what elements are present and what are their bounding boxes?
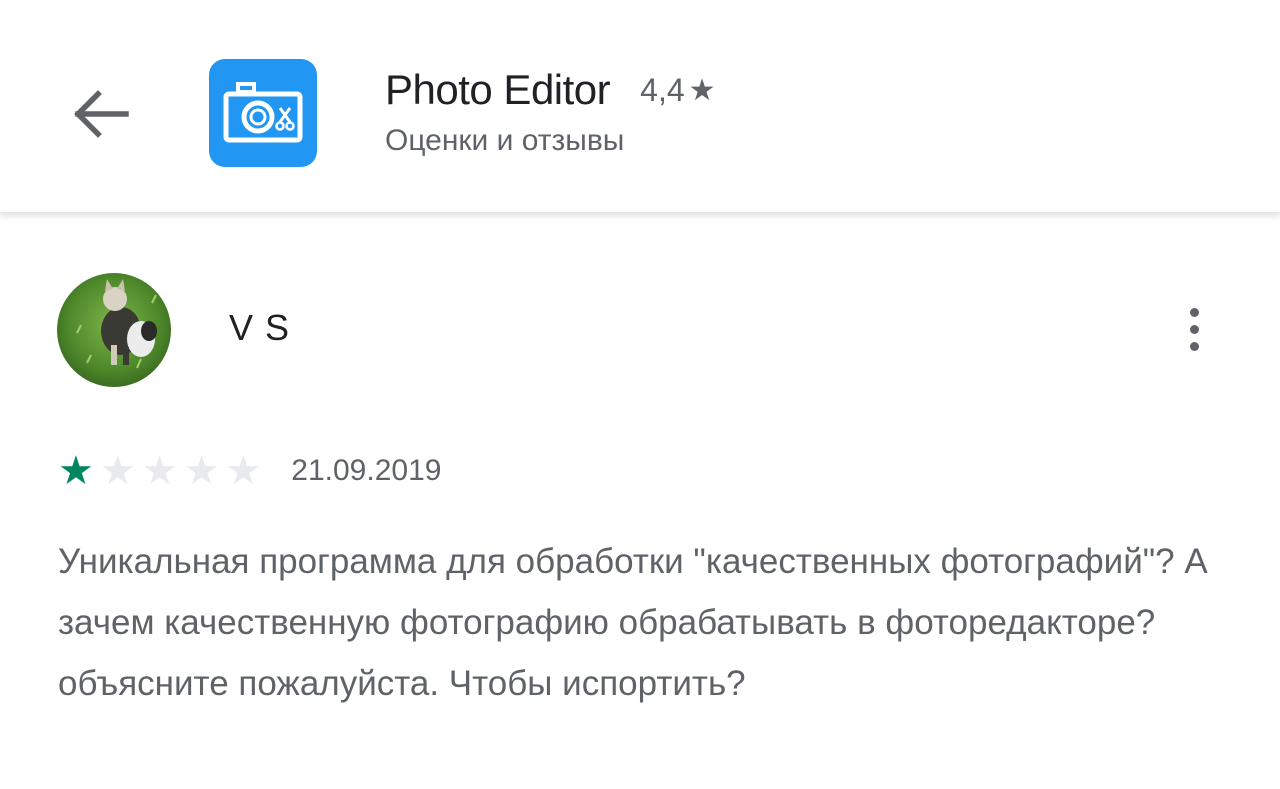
app-header: Photo Editor 4,4 ★ Оценки и отзывы — [0, 0, 1280, 213]
app-rating-value: 4,4 — [640, 71, 685, 108]
star-filled-icon: ★ — [58, 449, 94, 493]
more-options-button[interactable] — [1168, 299, 1220, 359]
review-card: V S ★ ★ ★ ★ ★ 21.09.2019 Уникальная прог… — [0, 213, 1280, 789]
review-text: Уникальная программа для обработки "каче… — [58, 542, 1208, 703]
reviewer-name: V S — [229, 307, 291, 348]
app-title-row: Photo Editor 4,4 ★ — [385, 62, 716, 118]
avatar — [57, 273, 171, 387]
app-title: Photo Editor — [385, 66, 611, 113]
review-page: Photo Editor 4,4 ★ Оценки и отзывы V S ★… — [0, 0, 1280, 789]
star-empty-icon: ★ — [225, 449, 262, 493]
review-date: 21.09.2019 — [291, 454, 442, 487]
star-empty-icon: ★ — [141, 449, 178, 493]
star-empty-icon: ★ — [99, 449, 136, 493]
back-button[interactable] — [56, 76, 144, 152]
review-rating-row: ★ ★ ★ ★ ★ 21.09.2019 — [58, 451, 441, 491]
star-empty-icon: ★ — [183, 449, 220, 493]
page-subtitle: Оценки и отзывы — [385, 124, 625, 157]
more-vert-icon — [1189, 304, 1199, 355]
camera-app-icon[interactable] — [209, 59, 317, 167]
arrow-back-icon — [74, 90, 129, 138]
star-icon: ★ — [688, 73, 716, 107]
